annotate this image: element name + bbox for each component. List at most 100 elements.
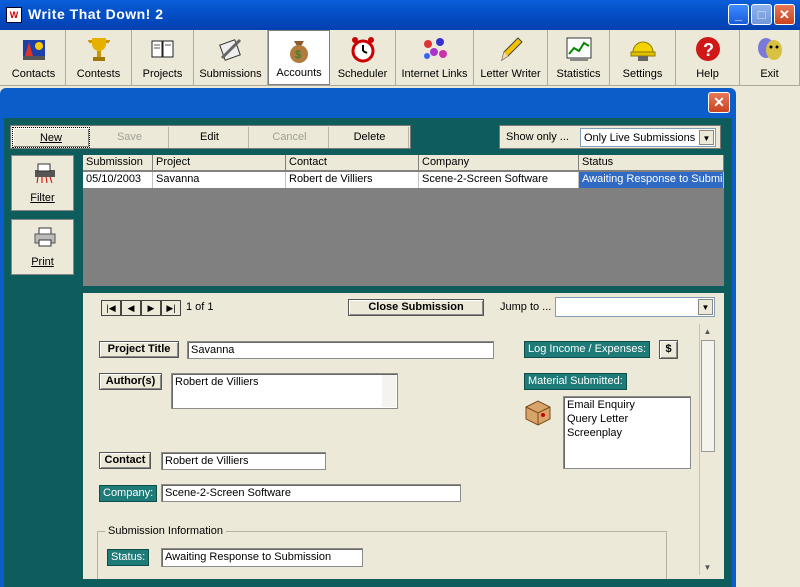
package-icon (525, 400, 551, 426)
trophy-icon (87, 38, 110, 61)
printer-icon (34, 227, 56, 247)
inner-close-button[interactable]: ✕ (708, 92, 730, 113)
toolbar-internet-links-label: Internet Links (401, 68, 468, 80)
list-item[interactable]: Email Enquiry (567, 398, 687, 412)
prev-record-button[interactable]: ◀ (121, 300, 141, 316)
jump-to-select[interactable]: ▼ (555, 297, 715, 317)
print-button[interactable]: Print (11, 219, 74, 275)
toolbar-statistics-label: Statistics (556, 68, 601, 80)
contact-field[interactable]: Robert de Villiers (161, 452, 326, 470)
chart-icon (566, 37, 591, 61)
list-item[interactable]: Query Letter (567, 412, 687, 426)
toolbar-settings-label: Settings (622, 68, 663, 80)
submissions-icon (218, 38, 241, 61)
toolbar-contests-button[interactable]: Contests (66, 30, 132, 85)
toolbar-submissions-button[interactable]: Submissions (194, 30, 268, 85)
question-icon: ? (695, 37, 720, 61)
hard-hat-icon (630, 41, 655, 61)
last-record-button[interactable]: ▶| (161, 300, 181, 316)
minimize-button[interactable]: _ (728, 4, 749, 25)
pencil-icon (500, 37, 523, 62)
project-title-field[interactable]: Savanna (187, 341, 494, 359)
column-header-project[interactable]: Project (153, 155, 286, 171)
app-logo-icon: W (6, 7, 22, 23)
chevron-down-icon[interactable]: ▼ (698, 299, 713, 315)
close-button[interactable]: ✕ (774, 4, 795, 25)
toolbar-letter-writer-label: Letter Writer (480, 68, 541, 80)
contacts-icon (22, 40, 45, 60)
toolbar-scheduler-label: Scheduler (337, 68, 388, 80)
save-button[interactable]: Save (91, 127, 169, 148)
material-list[interactable]: Email Enquiry Query Letter Screenplay (563, 396, 691, 469)
jump-to-label: Jump to ... (500, 301, 552, 313)
scroll-down-icon[interactable]: ▼ (700, 560, 715, 575)
toolbar-settings-button[interactable]: Settings (610, 30, 676, 85)
project-title-button[interactable]: Project Title (99, 341, 179, 358)
print-label: Print (31, 256, 54, 268)
contact-button[interactable]: Contact (99, 452, 151, 469)
toolbar-accounts-button[interactable]: $ Accounts (268, 30, 330, 85)
edit-button[interactable]: Edit (171, 127, 249, 148)
list-item[interactable]: Screenplay (567, 426, 687, 440)
toolbar-scheduler-button[interactable]: Scheduler (330, 30, 396, 85)
toolbar-accounts-label: Accounts (276, 67, 322, 79)
alarm-clock-icon (351, 37, 374, 63)
show-only-label: Show only ... (506, 131, 569, 143)
filter-button[interactable]: Filter (11, 155, 74, 211)
table-row-cell-company[interactable]: Scene-2-Screen Software (419, 172, 579, 188)
authors-button[interactable]: Author(s) (99, 373, 162, 390)
submission-info-legend: Submission Information (105, 525, 226, 537)
app-title-bar: W Write That Down! 2 _ □ ✕ (0, 0, 800, 30)
authors-value: Robert de Villiers (175, 376, 259, 388)
globe-links-icon (423, 38, 447, 59)
toolbar-projects-label: Projects (142, 68, 183, 80)
column-header-status[interactable]: Status (579, 155, 724, 171)
dollar-button[interactable]: $ (659, 340, 678, 359)
submissions-grid: Submission Project Contact Company Statu… (83, 155, 724, 286)
toolbar-projects-button[interactable]: Projects (132, 30, 194, 85)
table-row-cell-status[interactable]: Awaiting Response to Submis (579, 172, 724, 188)
shredder-filter-icon (35, 163, 55, 184)
toolbar-contacts-label: Contacts (11, 68, 56, 80)
material-submitted-label: Material Submitted: (524, 373, 627, 390)
toolbar-exit-button[interactable]: Exit (740, 30, 800, 85)
scroll-up-icon[interactable]: ▲ (700, 324, 715, 339)
masks-icon (757, 38, 782, 60)
column-header-submission[interactable]: Submission (83, 155, 153, 171)
submission-detail-form: |◀ ◀ ▶ ▶| 1 of 1 Close Submission Jump t… (83, 293, 724, 579)
toolbar-contacts-button[interactable]: Contacts (2, 30, 66, 85)
chevron-down-icon[interactable]: ▼ (699, 130, 714, 145)
toolbar-contests-label: Contests (76, 68, 121, 80)
toolbar-internet-links-button[interactable]: Internet Links (396, 30, 474, 85)
record-position: 1 of 1 (186, 301, 214, 313)
cancel-button[interactable]: Cancel (251, 127, 329, 148)
company-field[interactable]: Scene-2-Screen Software (161, 484, 461, 502)
toolbar-statistics-button[interactable]: Statistics (548, 30, 610, 85)
table-row-cell-project[interactable]: Savanna (153, 172, 286, 188)
close-submission-button[interactable]: Close Submission (348, 299, 484, 316)
first-record-button[interactable]: |◀ (101, 300, 121, 316)
authors-field[interactable]: Robert de Villiers (171, 373, 398, 409)
new-button[interactable]: New (12, 127, 90, 148)
book-icon (151, 40, 173, 58)
toolbar-submissions-label: Submissions (199, 68, 262, 80)
show-only-select[interactable]: Only Live Submissions ▼ (580, 128, 716, 147)
toolbar-letter-writer-button[interactable]: Letter Writer (474, 30, 548, 85)
column-header-contact[interactable]: Contact (286, 155, 419, 171)
status-field[interactable]: Awaiting Response to Submission (161, 548, 363, 567)
table-row-cell-submission[interactable]: 05/10/2003 (83, 172, 153, 188)
money-bag-icon: $ (290, 41, 308, 63)
toolbar-help-button[interactable]: ? Help (676, 30, 740, 85)
record-action-bar: New Save Edit Cancel Delete (10, 125, 411, 149)
authors-scroll[interactable] (382, 375, 396, 407)
svg-text:?: ? (703, 40, 714, 60)
table-row-cell-contact[interactable]: Robert de Villiers (286, 172, 419, 188)
maximize-button[interactable]: □ (751, 4, 772, 25)
form-scrollbar[interactable]: ▲ ▼ (699, 324, 716, 575)
delete-button[interactable]: Delete (331, 127, 409, 148)
show-only-bar: Show only ... Only Live Submissions ▼ (499, 125, 721, 149)
main-toolbar: Contacts Contests Projects Submissions $… (0, 30, 800, 86)
scroll-thumb[interactable] (701, 340, 715, 452)
next-record-button[interactable]: ▶ (141, 300, 161, 316)
column-header-company[interactable]: Company (419, 155, 579, 171)
